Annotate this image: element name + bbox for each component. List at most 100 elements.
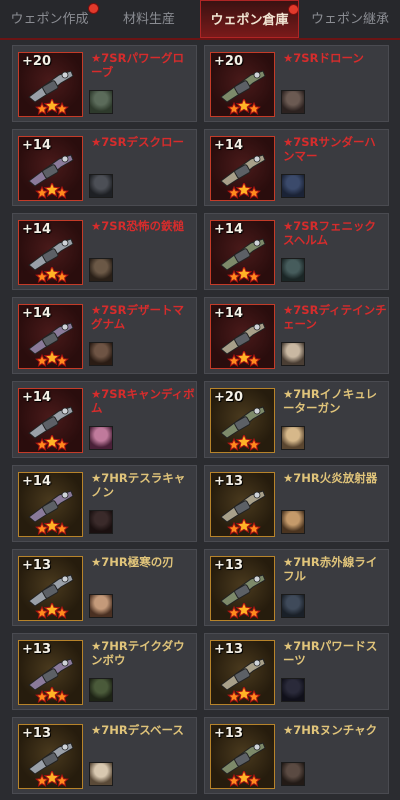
notification-badge bbox=[288, 4, 298, 15]
weapon-card[interactable]: +13 ★7HR極寒の刃 bbox=[12, 549, 197, 626]
hero-avatar[interactable] bbox=[89, 510, 113, 534]
weapon-card[interactable]: +14 ★7SRサンダーハンマー bbox=[204, 129, 389, 206]
tab-label: ウェポン継承 bbox=[310, 12, 389, 27]
weapon-thumbnail[interactable]: +13 bbox=[18, 640, 83, 705]
weapon-thumbnail[interactable]: +14 bbox=[210, 220, 275, 285]
tab-label: ウェポン倉庫 bbox=[210, 13, 289, 28]
hero-avatar[interactable] bbox=[281, 762, 305, 786]
weapon-thumbnail[interactable]: +14 bbox=[18, 220, 83, 285]
weapon-card[interactable]: +14 ★7HRテスラキャノン bbox=[12, 465, 197, 542]
hero-avatar[interactable] bbox=[281, 90, 305, 114]
weapon-thumbnail[interactable]: +13 bbox=[18, 724, 83, 789]
tab-weapon-craft[interactable]: ウェポン作成 bbox=[0, 0, 99, 38]
weapon-thumbnail[interactable]: +13 bbox=[210, 472, 275, 537]
hero-avatar[interactable] bbox=[89, 258, 113, 282]
weapon-thumbnail[interactable]: +20 bbox=[18, 52, 83, 117]
weapon-name: ★7SRフェニックスヘルム bbox=[283, 219, 376, 247]
hero-avatar[interactable] bbox=[281, 342, 305, 366]
tab-weapon-inherit[interactable]: ウェポン継承 bbox=[300, 0, 400, 38]
hero-avatar[interactable] bbox=[89, 342, 113, 366]
weapon-card[interactable]: +14 ★7SR恐怖の鉄槌 bbox=[12, 213, 197, 290]
rarity-stars-icon bbox=[227, 351, 261, 367]
weapon-card[interactable]: +14 ★7SRキャンディボム bbox=[12, 381, 197, 458]
weapon-thumbnail[interactable]: +14 bbox=[18, 388, 83, 453]
weapon-card[interactable]: +20 ★7SRドローン bbox=[204, 45, 389, 122]
tab-bar: ウェポン作成 材料生産 ウェポン倉庫 ウェポン継承 bbox=[0, 0, 400, 40]
weapon-thumbnail[interactable]: +20 bbox=[210, 52, 275, 117]
weapon-name: ★7SRディテインチェーン bbox=[283, 303, 387, 331]
rarity-stars-icon bbox=[35, 519, 69, 535]
tab-label: ウェポン作成 bbox=[10, 12, 89, 27]
weapon-name: ★7HR極寒の刃 bbox=[91, 555, 174, 569]
rarity-stars-icon bbox=[227, 267, 261, 283]
weapon-thumbnail[interactable]: +20 bbox=[210, 388, 275, 453]
hero-avatar[interactable] bbox=[281, 174, 305, 198]
weapon-name: ★7SRドローン bbox=[283, 51, 364, 65]
weapon-name: ★7HR赤外線ライフル bbox=[283, 555, 378, 583]
rarity-stars-icon bbox=[35, 267, 69, 283]
rarity-stars-icon bbox=[227, 519, 261, 535]
weapon-card[interactable]: +13 ★7HR赤外線ライフル bbox=[204, 549, 389, 626]
rarity-stars-icon bbox=[227, 183, 261, 199]
weapon-card[interactable]: +20 ★7HRイノキュレーターガン bbox=[204, 381, 389, 458]
hero-avatar[interactable] bbox=[281, 678, 305, 702]
rarity-stars-icon bbox=[227, 99, 261, 115]
weapon-name: ★7SRパワーグローブ bbox=[91, 51, 184, 79]
hero-avatar[interactable] bbox=[281, 510, 305, 534]
tab-weapon-storage[interactable]: ウェポン倉庫 bbox=[200, 0, 299, 38]
weapon-thumbnail[interactable]: +14 bbox=[210, 304, 275, 369]
rarity-stars-icon bbox=[35, 183, 69, 199]
weapon-thumbnail[interactable]: +13 bbox=[18, 556, 83, 621]
weapon-thumbnail[interactable]: +14 bbox=[18, 304, 83, 369]
tab-material-production[interactable]: 材料生産 bbox=[100, 0, 198, 38]
weapon-card[interactable]: +13 ★7HRパワードスーツ bbox=[204, 633, 389, 710]
weapon-name: ★7HRテスラキャノン bbox=[91, 471, 186, 499]
tab-label: 材料生産 bbox=[122, 12, 175, 27]
weapon-name: ★7SR恐怖の鉄槌 bbox=[91, 219, 184, 233]
hero-avatar[interactable] bbox=[89, 762, 113, 786]
weapon-name: ★7HRイノキュレーターガン bbox=[283, 387, 378, 415]
rarity-stars-icon bbox=[227, 687, 261, 703]
hero-avatar[interactable] bbox=[89, 174, 113, 198]
weapon-card[interactable]: +13 ★7HRテイクダウンボウ bbox=[12, 633, 197, 710]
weapon-name: ★7SRデザートマグナム bbox=[91, 303, 184, 331]
weapon-card[interactable]: +14 ★7SRデスクロー bbox=[12, 129, 197, 206]
weapon-thumbnail[interactable]: +13 bbox=[210, 724, 275, 789]
weapon-name: ★7HRデスベース bbox=[91, 723, 184, 737]
weapon-thumbnail[interactable]: +13 bbox=[210, 640, 275, 705]
hero-avatar[interactable] bbox=[281, 426, 305, 450]
notification-badge bbox=[88, 3, 99, 14]
weapon-card[interactable]: +14 ★7SRフェニックスヘルム bbox=[204, 213, 389, 290]
weapon-name: ★7HRヌンチャク bbox=[283, 723, 378, 737]
hero-avatar[interactable] bbox=[281, 594, 305, 618]
weapon-card[interactable]: +14 ★7SRディテインチェーン bbox=[204, 297, 389, 374]
weapon-card[interactable]: +13 ★7HRヌンチャク bbox=[204, 717, 389, 794]
weapon-card[interactable]: +14 ★7SRデザートマグナム bbox=[12, 297, 197, 374]
rarity-stars-icon bbox=[227, 603, 261, 619]
weapon-thumbnail[interactable]: +13 bbox=[210, 556, 275, 621]
weapon-thumbnail[interactable]: +14 bbox=[210, 136, 275, 201]
rarity-stars-icon bbox=[35, 771, 69, 787]
weapon-card[interactable]: +13 ★7HR火炎放射器 bbox=[204, 465, 389, 542]
weapon-name: ★7SRキャンディボム bbox=[91, 387, 195, 415]
rarity-stars-icon bbox=[35, 687, 69, 703]
rarity-stars-icon bbox=[227, 771, 261, 787]
rarity-stars-icon bbox=[35, 603, 69, 619]
weapon-name: ★7HR火炎放射器 bbox=[283, 471, 378, 485]
weapon-name: ★7HRテイクダウンボウ bbox=[91, 639, 185, 667]
weapon-thumbnail[interactable]: +14 bbox=[18, 472, 83, 537]
hero-avatar[interactable] bbox=[89, 90, 113, 114]
weapon-name: ★7SRデスクロー bbox=[91, 135, 184, 149]
weapon-name: ★7SRサンダーハンマー bbox=[283, 135, 376, 163]
weapon-card[interactable]: +13 ★7HRデスベース bbox=[12, 717, 197, 794]
rarity-stars-icon bbox=[35, 435, 69, 451]
weapon-grid: +20 ★7SRパワーグローブ +20 ★7SRドローン +14 ★7SRデスクロー +14… bbox=[0, 42, 400, 800]
rarity-stars-icon bbox=[227, 435, 261, 451]
hero-avatar[interactable] bbox=[281, 258, 305, 282]
hero-avatar[interactable] bbox=[89, 594, 113, 618]
weapon-name: ★7HRパワードスーツ bbox=[283, 639, 378, 667]
hero-avatar[interactable] bbox=[89, 678, 113, 702]
hero-avatar[interactable] bbox=[89, 426, 113, 450]
weapon-card[interactable]: +20 ★7SRパワーグローブ bbox=[12, 45, 197, 122]
weapon-thumbnail[interactable]: +14 bbox=[18, 136, 83, 201]
